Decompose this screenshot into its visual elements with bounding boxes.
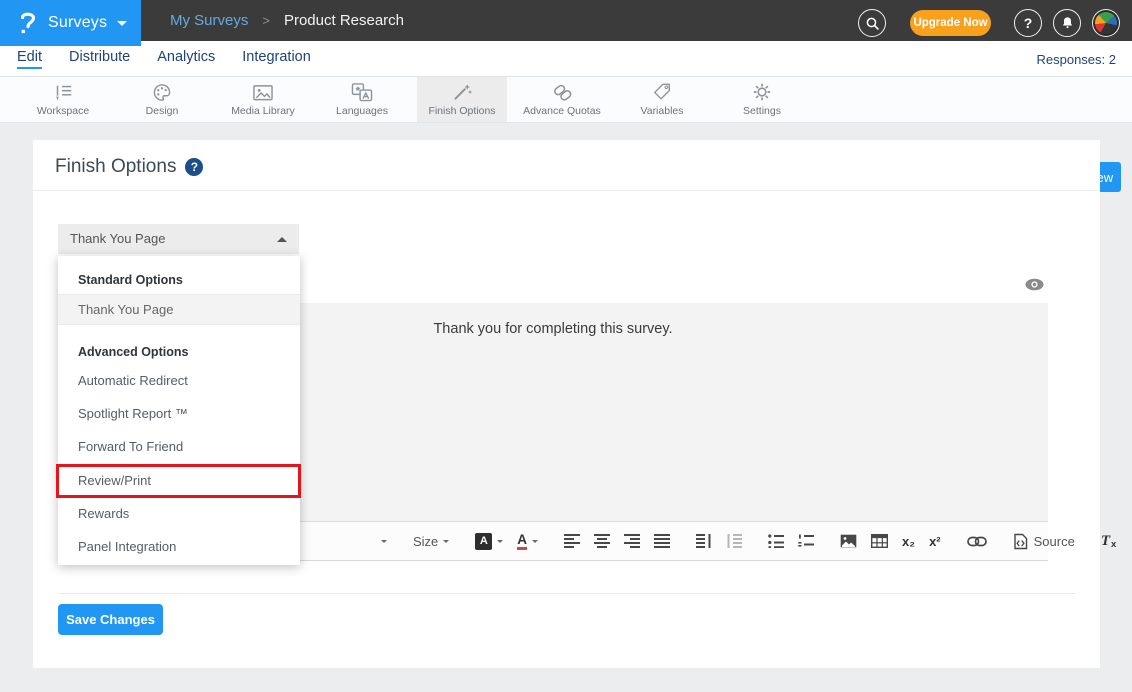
size-combo[interactable]: Size	[413, 534, 449, 549]
chevron-up-icon	[277, 232, 287, 242]
section-tabs: Edit Distribute Analytics Integration	[17, 41, 311, 77]
justify-icon	[654, 534, 670, 548]
increase-indent-icon	[696, 534, 712, 548]
account-avatar[interactable]	[1092, 9, 1120, 37]
finish-option-dropdown: Standard Options Thank You Page Advanced…	[58, 256, 300, 565]
decrease-indent-icon	[726, 534, 742, 548]
image-icon	[252, 83, 274, 102]
dropdown-group-advanced: Advanced Options	[78, 345, 188, 359]
pencil-list-icon	[52, 83, 74, 102]
palette-icon	[152, 83, 172, 102]
page-title: Finish Options	[55, 156, 176, 178]
toolbar-item-workspace[interactable]: Workspace	[18, 77, 108, 122]
finish-option-select[interactable]: Thank You Page	[58, 224, 299, 254]
insert-link-button[interactable]	[967, 536, 987, 547]
responses-count[interactable]: Responses: 2	[1037, 41, 1117, 77]
bell-icon	[1060, 15, 1075, 31]
breadcrumb-separator: >	[262, 13, 270, 28]
toolbar-item-variables[interactable]: Variables	[617, 77, 707, 122]
justify-button[interactable]	[654, 534, 670, 548]
breadcrumb-current: Product Research	[284, 12, 404, 29]
edit-toolbar: Workspace Design Media Library	[0, 77, 1132, 123]
toolbar-item-design[interactable]: Design	[117, 77, 207, 122]
tab-distribute[interactable]: Distribute	[69, 41, 130, 77]
chevron-down-icon	[117, 21, 127, 31]
notifications-button[interactable]	[1053, 9, 1081, 37]
insert-table-icon	[871, 534, 888, 548]
help-button[interactable]: ?	[1014, 9, 1042, 37]
increase-indent-button[interactable]	[696, 534, 712, 548]
toolbar-item-advance-quotas[interactable]: Advance Quotas	[517, 77, 607, 122]
dropdown-group-standard: Standard Options	[78, 273, 183, 287]
breadcrumb: My Surveys > Product Research	[170, 0, 404, 41]
numbered-list-icon	[798, 534, 814, 548]
dropdown-item-rewards[interactable]: Rewards	[78, 506, 129, 521]
font-combo-caret[interactable]	[376, 536, 387, 546]
upgrade-now-button[interactable]: Upgrade Now	[910, 10, 991, 36]
translate-icon	[351, 82, 373, 102]
dropdown-item-forward-to-friend[interactable]: Forward To Friend	[78, 439, 183, 454]
finish-options-help-icon[interactable]: ?	[185, 158, 203, 176]
toolbar-item-settings[interactable]: Settings	[717, 77, 807, 122]
dropdown-item-spotlight-report[interactable]: Spotlight Report ™	[78, 406, 188, 421]
questionpro-app: Surveys My Surveys > Product Research Up…	[0, 0, 1132, 692]
background-color-icon: A	[475, 533, 492, 550]
text-color-icon: A	[517, 533, 527, 550]
link-icon	[967, 536, 987, 547]
product-switcher[interactable]: Surveys	[0, 0, 141, 46]
breadcrumb-my-surveys[interactable]: My Surveys	[170, 12, 248, 29]
bulleted-list-button[interactable]	[768, 534, 784, 548]
toolbar-item-finish-options[interactable]: Finish Options	[417, 77, 507, 122]
dropdown-item-review-print[interactable]: Review/Print	[78, 473, 151, 488]
align-center-button[interactable]	[594, 534, 610, 548]
align-center-icon	[594, 534, 610, 548]
align-left-icon	[564, 534, 580, 548]
search-icon	[865, 16, 880, 31]
survey-section-nav: Edit Distribute Analytics Integration Re…	[0, 41, 1132, 77]
search-button[interactable]	[858, 9, 886, 37]
dropdown-item-panel-integration[interactable]: Panel Integration	[78, 539, 176, 554]
magic-wand-icon	[451, 83, 473, 102]
align-right-button[interactable]	[624, 534, 640, 548]
toolbar-item-languages[interactable]: Languages	[317, 77, 407, 122]
eye-icon	[1025, 278, 1044, 291]
tab-analytics[interactable]: Analytics	[157, 41, 215, 77]
insert-table-button[interactable]	[871, 534, 888, 548]
finish-options-card: Finish Options ? Thank you for completin…	[33, 140, 1100, 668]
superscript-button[interactable]: x²	[929, 534, 941, 549]
top-bar: Surveys My Surveys > Product Research Up…	[0, 0, 1132, 41]
clear-formatting-button[interactable]: Tx	[1101, 533, 1116, 550]
text-color-combo[interactable]: A	[517, 533, 538, 550]
align-right-icon	[624, 534, 640, 548]
dropdown-item-thank-you-page[interactable]: Thank You Page	[58, 294, 300, 325]
align-left-button[interactable]	[564, 534, 580, 548]
question-mark-icon: ?	[1024, 15, 1033, 31]
subscript-button[interactable]: x₂	[902, 534, 915, 549]
insert-image-icon	[840, 534, 857, 548]
decrease-indent-button[interactable]	[726, 534, 742, 548]
tab-edit[interactable]: Edit	[17, 41, 42, 77]
product-name: Surveys	[48, 14, 107, 32]
toolbar-item-media-library[interactable]: Media Library	[218, 77, 308, 122]
numbered-list-button[interactable]	[798, 534, 814, 548]
content-preview-toggle[interactable]	[1025, 278, 1044, 291]
background-color-combo[interactable]: A	[475, 533, 503, 550]
tag-icon	[652, 82, 672, 102]
chain-icon	[552, 82, 573, 102]
gear-icon	[752, 82, 772, 102]
divider	[58, 593, 1075, 594]
divider	[33, 190, 1100, 191]
source-icon	[1013, 533, 1028, 550]
avatar-image	[1095, 12, 1117, 34]
insert-image-button[interactable]	[840, 534, 857, 548]
dropdown-item-automatic-redirect[interactable]: Automatic Redirect	[78, 373, 188, 388]
questionpro-logo-icon	[18, 10, 38, 36]
selected-option-label: Thank You Page	[58, 231, 165, 246]
bulleted-list-icon	[768, 534, 784, 548]
save-changes-button[interactable]: Save Changes	[58, 604, 163, 635]
tab-integration[interactable]: Integration	[242, 41, 311, 77]
source-button[interactable]: Source	[1013, 533, 1075, 550]
